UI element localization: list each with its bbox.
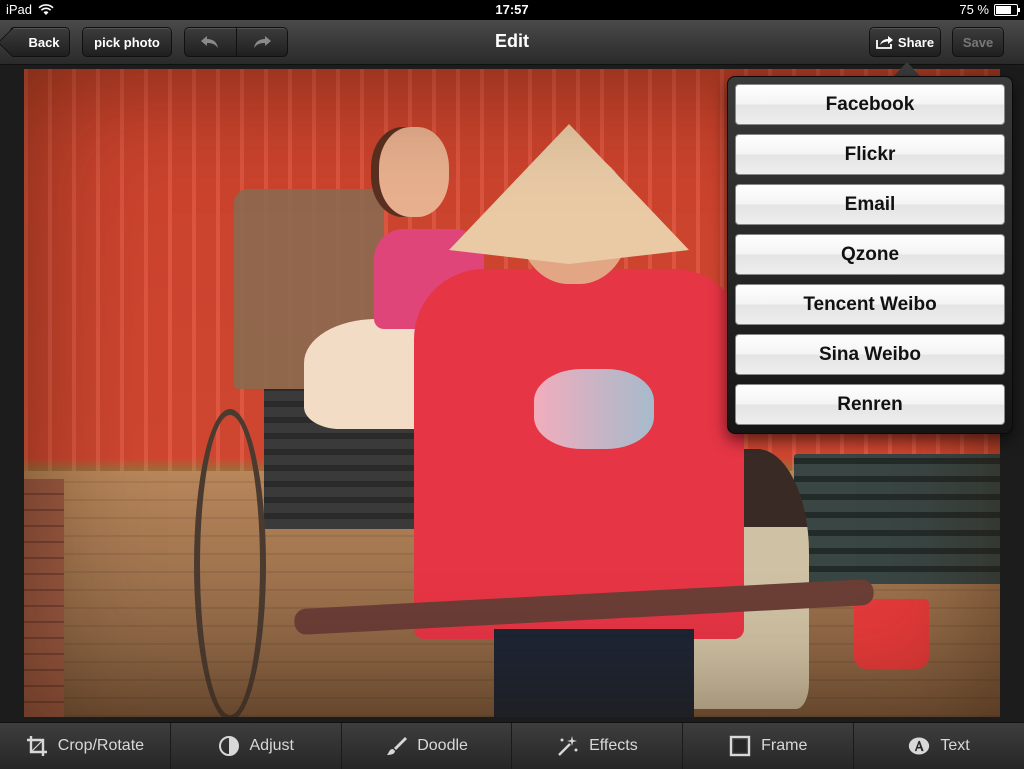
battery-icon [994,3,1020,16]
contrast-icon [218,736,239,756]
share-menu-list: Facebook Flickr Email Qzone Tencent Weib… [735,84,1005,434]
share-item-qzone[interactable]: Qzone [735,234,1005,275]
share-popover: Facebook Flickr Email Qzone Tencent Weib… [727,76,1013,434]
share-item-tencent-weibo[interactable]: Tencent Weibo [735,284,1005,325]
back-button-label: Back [28,34,60,50]
status-bar: iPad 17:57 75 % [0,0,1024,20]
tool-crop-rotate[interactable]: Crop/Rotate [0,723,170,769]
tool-label: Crop/Rotate [57,737,145,754]
brush-icon [387,737,408,755]
nav-bar: Back pick photo Edit Share Save [0,20,1024,65]
status-time: 17:57 [495,2,529,17]
battery-percent: 75 % [959,2,989,17]
back-button[interactable]: Back [10,27,70,57]
share-item-renren[interactable]: Renren [735,384,1005,425]
tool-label: Doodle [417,737,468,754]
tool-frame[interactable]: Frame [682,723,853,769]
tool-adjust[interactable]: Adjust [169,723,341,769]
share-item-email[interactable]: Email [735,184,1005,225]
tool-text[interactable]: Text [853,723,1024,769]
share-button[interactable]: Share [869,27,941,57]
share-popover-arrow [893,62,921,77]
crop-icon [26,736,47,756]
share-icon [876,36,893,49]
bottom-toolbar: Crop/Rotate Adjust Doodle Effects Frame [0,722,1024,769]
undo-button[interactable] [185,28,236,56]
sparkle-wand-icon [558,736,578,756]
share-button-label: Share [897,34,935,50]
undo-redo-group [184,27,288,57]
undo-arrow-icon [201,36,219,48]
frame-icon [729,735,751,757]
share-item-flickr[interactable]: Flickr [735,134,1005,175]
tool-label: Adjust [249,737,294,754]
share-item-facebook[interactable]: Facebook [735,84,1005,125]
tool-doodle[interactable]: Doodle [340,723,512,769]
pick-photo-button[interactable]: pick photo [82,27,172,57]
save-button[interactable]: Save [952,27,1004,57]
tool-label: Text [940,737,970,754]
tool-label: Effects [589,737,638,754]
tool-effects[interactable]: Effects [511,723,682,769]
tool-label: Frame [761,737,808,754]
redo-button[interactable] [235,28,288,56]
text-icon [909,737,930,755]
redo-arrow-icon [253,36,271,48]
share-item-sina-weibo[interactable]: Sina Weibo [735,334,1005,375]
